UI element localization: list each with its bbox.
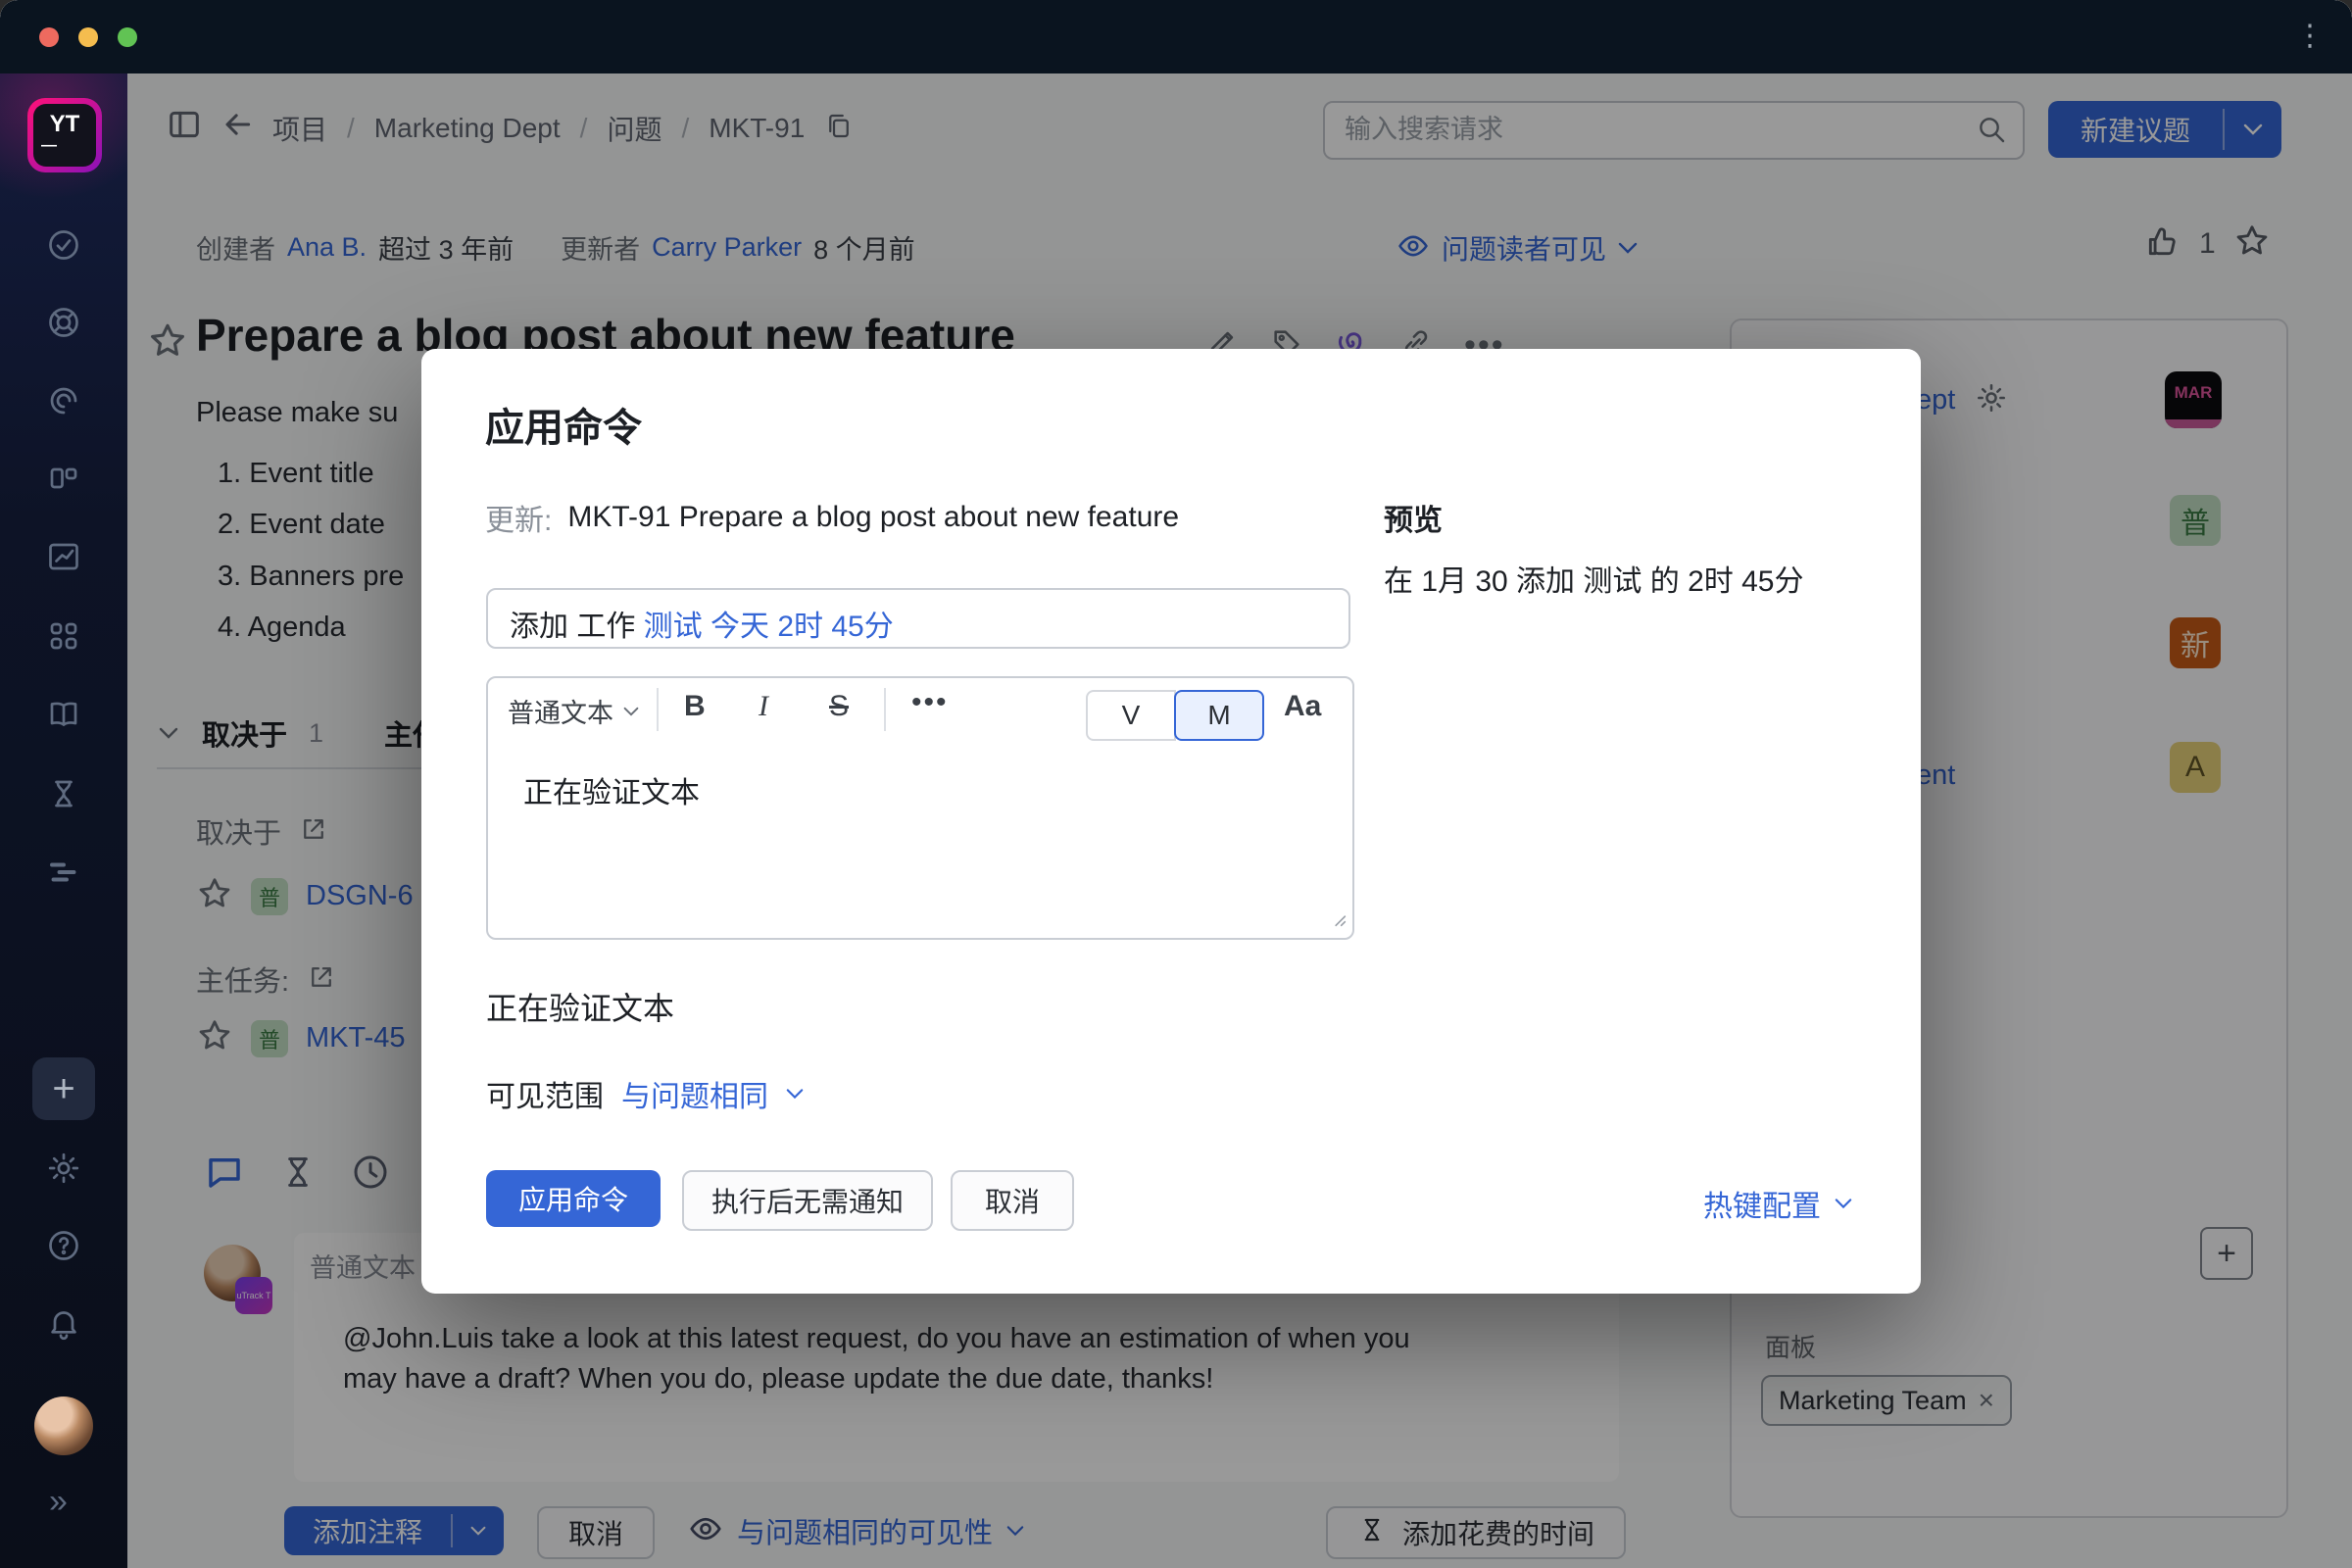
hotkey-config-label: 热键配置 xyxy=(1703,1182,1821,1225)
cancel-dialog-label: 取消 xyxy=(985,1181,1040,1220)
italic-button[interactable]: I xyxy=(759,690,768,723)
dashboards-icon[interactable] xyxy=(46,618,81,654)
issues-icon[interactable] xyxy=(46,227,81,263)
apply-silently-label: 执行后无需通知 xyxy=(711,1181,904,1220)
cancel-dialog-button[interactable]: 取消 xyxy=(951,1170,1074,1231)
more-formatting-icon[interactable]: ••• xyxy=(911,686,949,719)
resize-handle[interactable] xyxy=(1327,907,1348,934)
update-value: MKT-91 Prepare a blog post about new fea… xyxy=(567,501,1179,534)
visibility-row: 可见范围 与问题相同 xyxy=(486,1072,804,1115)
expand-nav-icon[interactable]: » xyxy=(49,1483,68,1521)
command-text-plain: 添加 工作 xyxy=(510,611,644,643)
toolbar-divider xyxy=(657,688,659,731)
apply-command-button[interactable]: 应用命令 xyxy=(486,1170,661,1227)
minimize-window-button[interactable] xyxy=(78,27,98,47)
toolbar-divider xyxy=(884,688,886,731)
preview-text: 在 1月 30 添加 测试 的 2时 45分 xyxy=(1384,557,1803,600)
youtrack-logo-inner: YT— xyxy=(33,104,96,167)
left-nav-rail: YT— + xyxy=(0,74,127,1568)
logo-dash: — xyxy=(41,135,57,157)
apply-silently-button[interactable]: 执行后无需通知 xyxy=(682,1170,933,1231)
close-window-button[interactable] xyxy=(39,27,59,47)
comment-rich-editor[interactable]: 普通文本 B I S ••• V M Aa 正在验证文本 xyxy=(486,676,1354,940)
editor-mode-toggle: V M xyxy=(1086,690,1264,737)
apply-command-dialog: 应用命令 更新: MKT-91 Prepare a blog post abou… xyxy=(421,349,1921,1294)
markdown-mode-label: M xyxy=(1207,700,1230,731)
visibility-scope-label: 可见范围 xyxy=(486,1072,604,1115)
command-input[interactable]: 添加 工作 测试 今天 2时 45分 xyxy=(486,588,1350,649)
timesheets-icon[interactable] xyxy=(46,776,81,811)
youtrack-logo[interactable]: YT— xyxy=(27,98,102,172)
comment-preview-text: 正在验证文本 xyxy=(486,984,674,1029)
maximize-window-button[interactable] xyxy=(118,27,137,47)
logo-text: YT xyxy=(50,114,80,135)
visual-mode-button[interactable]: V xyxy=(1086,690,1176,741)
editor-content-text[interactable]: 正在验证文本 xyxy=(523,768,700,811)
knowledge-base-icon[interactable] xyxy=(46,697,81,732)
font-size-toggle[interactable]: Aa xyxy=(1284,690,1321,723)
visual-mode-label: V xyxy=(1122,700,1141,731)
agile-boards-icon[interactable] xyxy=(46,461,81,496)
projects-swirl-icon[interactable] xyxy=(46,383,81,418)
strikethrough-button[interactable]: S xyxy=(829,690,849,723)
dialog-title: 应用命令 xyxy=(485,396,642,453)
command-text-highlight: 测试 今天 2时 45分 xyxy=(644,611,894,643)
reports-icon[interactable] xyxy=(46,539,81,574)
update-target-row: 更新: MKT-91 Prepare a blog post about new… xyxy=(485,496,1179,539)
plus-icon: + xyxy=(52,1067,74,1111)
visibility-scope-value[interactable]: 与问题相同 xyxy=(621,1072,768,1115)
app-window: ⋮ YT— + xyxy=(0,0,2352,1568)
window-titlebar: ⋮ xyxy=(0,0,2352,74)
update-label: 更新: xyxy=(485,496,552,539)
preview-header: 预览 xyxy=(1384,496,1443,539)
window-more-icon[interactable]: ⋮ xyxy=(2295,20,2325,53)
notifications-bell-icon[interactable] xyxy=(46,1305,81,1341)
hotkey-config-link[interactable]: 热键配置 xyxy=(1703,1182,1852,1225)
markdown-mode-button[interactable]: M xyxy=(1174,690,1264,741)
create-new-button[interactable]: + xyxy=(32,1057,95,1120)
apply-command-label: 应用命令 xyxy=(518,1179,628,1218)
help-icon[interactable] xyxy=(46,1228,81,1263)
user-avatar[interactable] xyxy=(34,1396,93,1455)
helpdesk-icon[interactable] xyxy=(46,305,81,340)
gantt-icon[interactable] xyxy=(46,855,81,890)
paragraph-style-label: 普通文本 xyxy=(508,692,613,730)
settings-gear-icon[interactable] xyxy=(46,1151,81,1186)
bold-button[interactable]: B xyxy=(684,690,706,723)
paragraph-style-dropdown[interactable]: 普通文本 xyxy=(508,692,639,730)
